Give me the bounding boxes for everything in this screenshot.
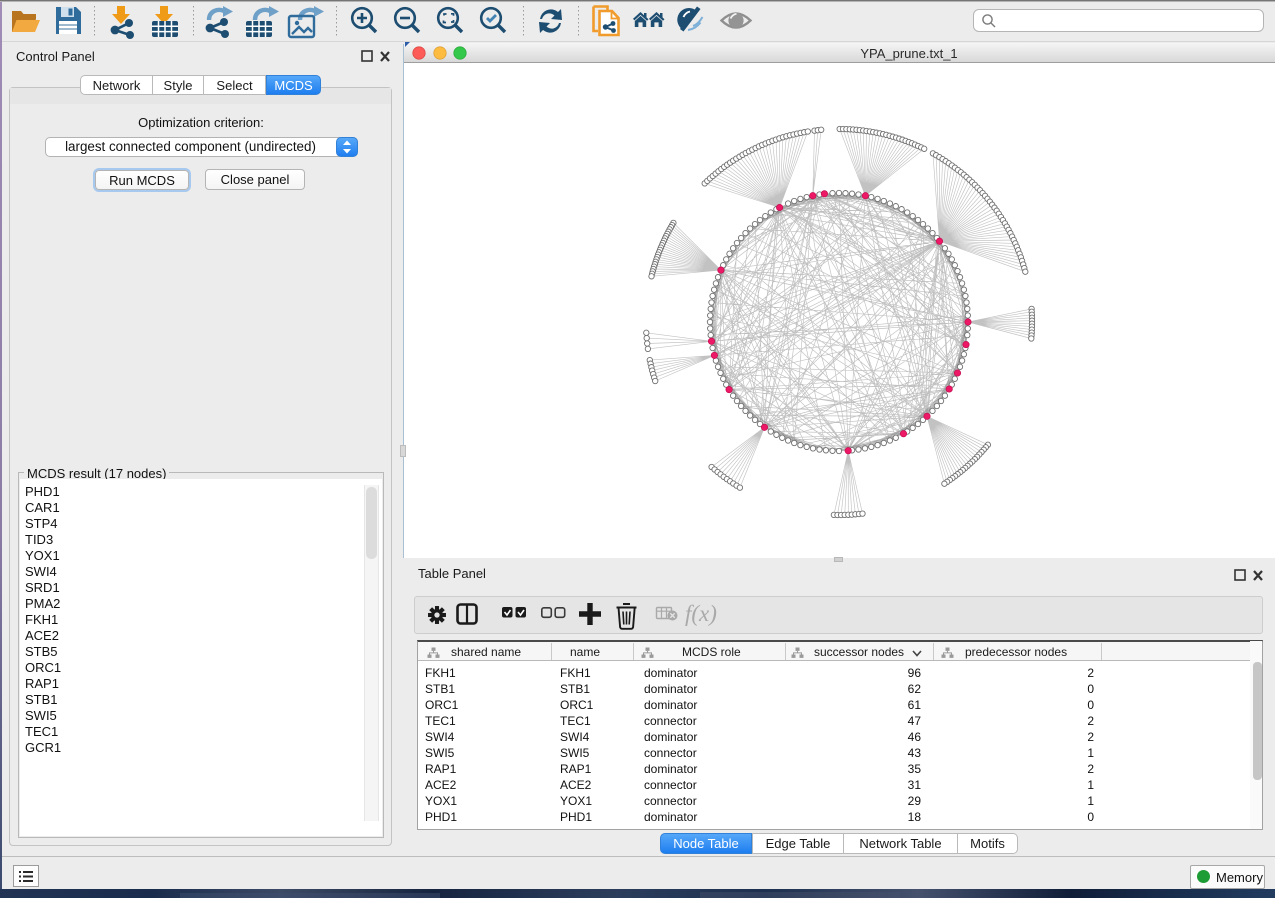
svg-text:f(x): f(x)	[685, 601, 717, 626]
